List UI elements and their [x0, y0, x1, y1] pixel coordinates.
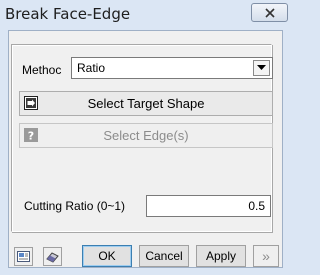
cutting-ratio-input[interactable]: 0.5	[146, 195, 271, 217]
close-icon	[264, 7, 275, 18]
method-label: Methoc	[22, 63, 62, 77]
break-face-edge-dialog: { "window": { "title": "Break Face-Edge"…	[0, 0, 291, 275]
select-target-shape-label: Select Target Shape	[87, 96, 205, 111]
preview-icon	[17, 251, 30, 262]
expand-button[interactable]: »	[253, 245, 279, 267]
method-dropdown[interactable]: Ratio	[71, 57, 273, 79]
window-title: Break Face-Edge	[5, 5, 131, 23]
select-edges-label: Select Edge(s)	[103, 128, 189, 143]
target-shape-icon	[24, 96, 38, 110]
cutting-ratio-label: Cutting Ratio (0~1)	[24, 199, 126, 213]
svg-text:?: ?	[28, 130, 34, 143]
method-selected-value: Ratio	[77, 61, 106, 75]
eraser-icon	[46, 252, 59, 263]
preview-button[interactable]	[14, 247, 33, 266]
title-bar: Break Face-Edge	[0, 0, 291, 30]
cancel-button[interactable]: Cancel	[139, 245, 189, 267]
eraser-button[interactable]	[43, 247, 62, 266]
select-edges-button[interactable]: ? Select Edge(s)	[19, 123, 273, 148]
apply-button[interactable]: Apply	[196, 245, 246, 267]
question-icon: ?	[24, 128, 38, 142]
close-button[interactable]	[251, 3, 288, 22]
dropdown-arrow-button[interactable]	[253, 60, 270, 76]
ok-button[interactable]: OK	[82, 245, 132, 267]
select-target-shape-button[interactable]: Select Target Shape	[19, 91, 273, 116]
chevron-down-icon	[257, 65, 266, 70]
